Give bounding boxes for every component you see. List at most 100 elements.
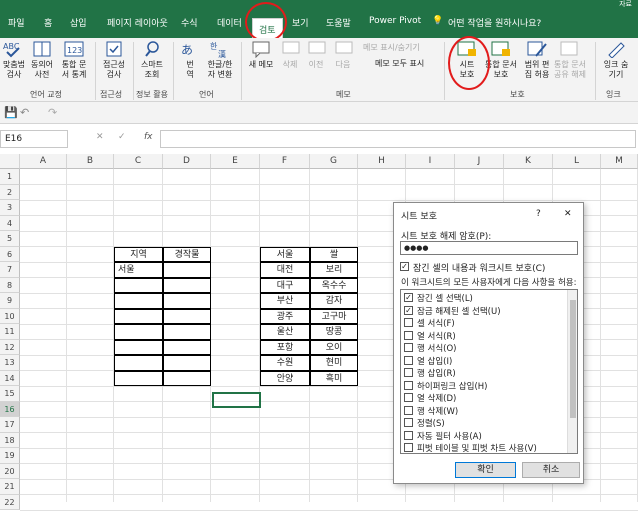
column-header-g[interactable]: G (310, 154, 358, 169)
row-header-19[interactable]: 19 (0, 448, 20, 464)
table1-cell-c12[interactable] (114, 339, 163, 355)
tab-formulas[interactable]: 수식 (181, 16, 198, 29)
row-header-6[interactable]: 6 (0, 246, 20, 262)
table1-cell-d11[interactable] (163, 324, 211, 340)
tab-power-pivot[interactable]: Power Pivot (369, 16, 421, 26)
row-header-22[interactable]: 22 (0, 494, 20, 510)
delete-memo-button[interactable]: 삭제 (280, 40, 300, 70)
permission-checkbox[interactable] (404, 418, 413, 427)
table1-cell-d9[interactable] (163, 293, 211, 309)
show-all-memos-button[interactable]: 메모 모두 표시 (375, 58, 424, 69)
row-header-1[interactable]: 1 (0, 169, 20, 185)
allow-edit-ranges-button[interactable]: 범위 편 집 허용 (522, 40, 552, 80)
permission-checkbox[interactable] (404, 368, 413, 377)
tab-help[interactable]: 도움말 (326, 16, 351, 29)
permission-checkbox[interactable] (404, 443, 413, 452)
row-header-9[interactable]: 9 (0, 293, 20, 309)
permission-checkbox[interactable] (404, 405, 413, 415)
table1-header-crop[interactable]: 경작물 (163, 246, 211, 262)
password-input[interactable]: ●●●● (400, 241, 578, 255)
cancel-icon[interactable]: ✕ (96, 132, 104, 142)
tab-file[interactable]: 파일 (8, 16, 25, 29)
select-all-corner[interactable] (0, 154, 20, 169)
next-memo-button[interactable]: 다음 (333, 40, 353, 70)
name-box[interactable]: E16 (0, 130, 68, 148)
tab-home[interactable]: 홈 (44, 16, 52, 29)
table2-city-cell[interactable]: 광주 (260, 308, 310, 324)
column-header-m[interactable]: M (601, 154, 638, 169)
permission-checkbox[interactable] (404, 355, 413, 365)
row-header-16[interactable]: 16 (0, 401, 20, 417)
row-header-10[interactable]: 10 (0, 308, 20, 324)
column-header-a[interactable]: A (20, 154, 67, 169)
table2-crop-cell[interactable]: 옥수수 (310, 277, 358, 293)
table2-city-cell[interactable]: 수원 (260, 355, 310, 371)
table1-cell-c13[interactable] (114, 355, 163, 371)
table1-cell-c8[interactable] (114, 277, 163, 293)
table2-city-cell[interactable]: 포항 (260, 339, 310, 355)
table1-cell-d14[interactable] (163, 370, 211, 386)
column-header-k[interactable]: K (504, 154, 553, 169)
undo-icon[interactable]: ↶ (20, 106, 29, 119)
table1-cell-c7[interactable]: 서울 (114, 262, 163, 278)
column-header-f[interactable]: F (260, 154, 310, 169)
save-icon[interactable]: 💾 (4, 106, 18, 119)
show-hide-memo-button[interactable]: 메모 표시/숨기기 (363, 42, 420, 53)
table1-cell-d7[interactable] (163, 262, 211, 278)
formula-input[interactable] (160, 130, 636, 148)
table1-cell-d12[interactable] (163, 339, 211, 355)
active-cell-e16[interactable] (212, 392, 261, 408)
column-header-j[interactable]: J (455, 154, 504, 169)
table2-city-cell[interactable]: 서울 (260, 246, 310, 262)
table2-crop-cell[interactable]: 오이 (310, 339, 358, 355)
column-header-l[interactable]: L (553, 154, 601, 169)
row-header-11[interactable]: 11 (0, 324, 20, 340)
table2-crop-cell[interactable]: 쌀 (310, 246, 358, 262)
cancel-button[interactable]: 취소 (522, 462, 580, 478)
permission-checkbox[interactable] (404, 318, 413, 327)
table2-crop-cell[interactable]: 고구마 (310, 308, 358, 324)
row-header-20[interactable]: 20 (0, 463, 20, 479)
table1-cell-d13[interactable] (163, 355, 211, 371)
table2-city-cell[interactable]: 울산 (260, 324, 310, 340)
workbook-statistics-button[interactable]: 123 통합 문 서 통계 (58, 40, 90, 80)
function-icon[interactable]: fx (144, 132, 153, 142)
spelling-button[interactable]: ABC 맞춤법 검사 (2, 40, 26, 80)
permission-checkbox[interactable] (404, 330, 413, 340)
row-header-4[interactable]: 4 (0, 215, 20, 231)
previous-memo-button[interactable]: 이전 (306, 40, 326, 70)
permission-checkbox[interactable]: ✓ (404, 293, 413, 302)
table1-cell-c9[interactable] (114, 293, 163, 309)
row-header-14[interactable]: 14 (0, 370, 20, 386)
column-header-b[interactable]: B (67, 154, 114, 169)
table2-crop-cell[interactable]: 흑미 (310, 370, 358, 386)
table1-cell-d10[interactable] (163, 308, 211, 324)
table1-cell-c10[interactable] (114, 308, 163, 324)
permission-checkbox[interactable] (404, 380, 413, 390)
column-header-e[interactable]: E (211, 154, 260, 169)
row-header-7[interactable]: 7 (0, 262, 20, 278)
dialog-close-button[interactable]: ✕ (564, 209, 572, 219)
enter-icon[interactable]: ✓ (118, 132, 126, 142)
table2-crop-cell[interactable]: 땅콩 (310, 324, 358, 340)
scrollbar-thumb[interactable] (570, 300, 576, 418)
protect-contents-checkbox[interactable]: ✓ (400, 262, 409, 271)
table2-crop-cell[interactable]: 감자 (310, 293, 358, 309)
row-header-5[interactable]: 5 (0, 231, 20, 247)
tab-page-layout[interactable]: 페이지 레이아웃 (107, 16, 168, 29)
list-scrollbar[interactable] (567, 290, 577, 453)
tell-me-search[interactable]: 어떤 작업을 원하시나요? (448, 16, 541, 29)
hangul-hanja-button[interactable]: 한 漢 한글/한 자 변환 (203, 40, 237, 80)
table2-crop-cell[interactable]: 보리 (310, 262, 358, 278)
ok-button[interactable]: 확인 (455, 462, 516, 478)
permission-checkbox[interactable]: ✓ (404, 305, 413, 315)
table1-cell-c14[interactable] (114, 370, 163, 386)
permission-checkbox[interactable] (404, 430, 413, 440)
unshare-workbook-button[interactable]: 통합 문서 공유 해제 (551, 40, 589, 80)
new-memo-button[interactable]: 새 메모 (246, 40, 276, 70)
hide-ink-button[interactable]: 잉크 숨 기기 (600, 40, 632, 80)
redo-icon[interactable]: ↷ (48, 106, 57, 119)
tab-insert[interactable]: 삽입 (70, 16, 87, 29)
permissions-list[interactable]: ✓ 잠긴 셀 선택(L) ✓ 잠금 해제된 셀 선택(U) 셀 서식(F) 열 서식(R)… (400, 289, 578, 454)
smart-lookup-button[interactable]: 스마트 조회 (136, 40, 168, 80)
